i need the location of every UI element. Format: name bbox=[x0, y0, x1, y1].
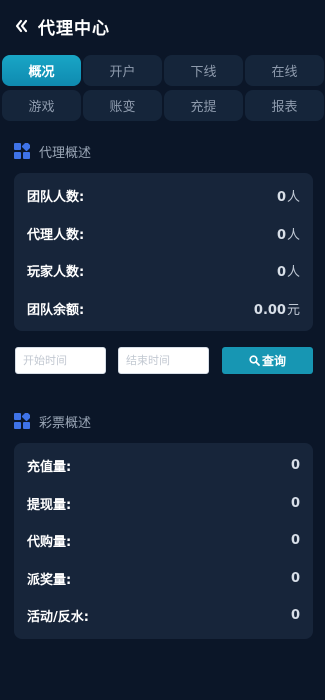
date-filter-bar: 查询 bbox=[0, 346, 325, 374]
activity-rebate-value: 0 bbox=[290, 608, 300, 624]
proxy-purchase-value: 0 bbox=[290, 533, 300, 549]
agent-center-page: 代理中心 概况 开户 下线 在线 游戏 账变 充提 报表 代理概述 团队人数: … bbox=[0, 0, 325, 700]
activity-rebate-row: 活动/反水: 0 bbox=[14, 597, 313, 635]
team-balance-unit: 元 bbox=[286, 302, 300, 318]
team-count-unit: 人 bbox=[286, 190, 300, 206]
proxy-purchase-label: 代购量: bbox=[27, 535, 72, 551]
query-button[interactable]: 查询 bbox=[222, 346, 313, 374]
player-count-label: 玩家人数: bbox=[27, 265, 85, 281]
tab-overview[interactable]: 概况 bbox=[2, 55, 81, 86]
activity-rebate-label: 活动/反水: bbox=[27, 610, 89, 626]
agent-overview-heading: 代理概述 bbox=[0, 141, 325, 161]
tab-account-changes[interactable]: 账变 bbox=[83, 90, 162, 121]
agent-count-value: 0 bbox=[276, 227, 286, 243]
header: 代理中心 bbox=[0, 0, 325, 52]
grid-icon bbox=[14, 141, 32, 159]
team-count-label: 团队人数: bbox=[27, 190, 85, 206]
tab-open-account[interactable]: 开户 bbox=[83, 55, 162, 86]
start-time-input[interactable] bbox=[15, 346, 106, 374]
grid-icon bbox=[14, 411, 32, 429]
prize-payout-label: 派奖量: bbox=[27, 572, 72, 588]
tab-online[interactable]: 在线 bbox=[245, 55, 324, 86]
team-balance-value: 0.00 bbox=[253, 302, 286, 318]
withdraw-amount-value: 0 bbox=[290, 495, 300, 511]
page-title: 代理中心 bbox=[38, 18, 110, 39]
agent-count-label: 代理人数: bbox=[27, 227, 85, 243]
player-count-row: 玩家人数: 0人 bbox=[14, 252, 313, 290]
proxy-purchase-row: 代购量: 0 bbox=[14, 522, 313, 560]
tab-downline[interactable]: 下线 bbox=[164, 55, 243, 86]
player-count-unit: 人 bbox=[286, 265, 300, 281]
search-icon bbox=[249, 354, 260, 366]
deposit-amount-row: 充值量: 0 bbox=[14, 447, 313, 485]
withdraw-amount-label: 提现量: bbox=[27, 497, 72, 513]
deposit-amount-label: 充值量: bbox=[27, 460, 72, 476]
withdraw-amount-row: 提现量: 0 bbox=[14, 485, 313, 523]
agent-overview-card: 团队人数: 0人 代理人数: 0人 玩家人数: 0人 团队余额: 0.00元 bbox=[14, 173, 313, 331]
lottery-overview-card: 充值量: 0 提现量: 0 代购量: 0 派奖量: 0 活动/反水: 0 bbox=[14, 443, 313, 639]
team-balance-row: 团队余额: 0.00元 bbox=[14, 290, 313, 328]
tab-games[interactable]: 游戏 bbox=[2, 90, 81, 121]
lottery-overview-title: 彩票概述 bbox=[39, 415, 92, 431]
tab-bar: 概况 开户 下线 在线 游戏 账变 充提 报表 bbox=[0, 52, 325, 121]
query-button-label: 查询 bbox=[261, 353, 286, 368]
player-count-value: 0 bbox=[276, 265, 286, 281]
deposit-amount-value: 0 bbox=[290, 458, 300, 474]
tab-reports[interactable]: 报表 bbox=[245, 90, 324, 121]
prize-payout-value: 0 bbox=[290, 570, 300, 586]
end-time-input[interactable] bbox=[118, 346, 209, 374]
agent-count-unit: 人 bbox=[286, 227, 300, 243]
team-balance-label: 团队余额: bbox=[27, 302, 85, 318]
lottery-overview-heading: 彩票概述 bbox=[0, 411, 325, 431]
chevron-double-left-icon[interactable] bbox=[12, 17, 30, 35]
team-count-value: 0 bbox=[276, 190, 286, 206]
tab-deposit-withdraw[interactable]: 充提 bbox=[164, 90, 243, 121]
team-count-row: 团队人数: 0人 bbox=[14, 177, 313, 215]
agent-count-row: 代理人数: 0人 bbox=[14, 215, 313, 253]
agent-overview-title: 代理概述 bbox=[39, 145, 92, 161]
prize-payout-row: 派奖量: 0 bbox=[14, 560, 313, 598]
